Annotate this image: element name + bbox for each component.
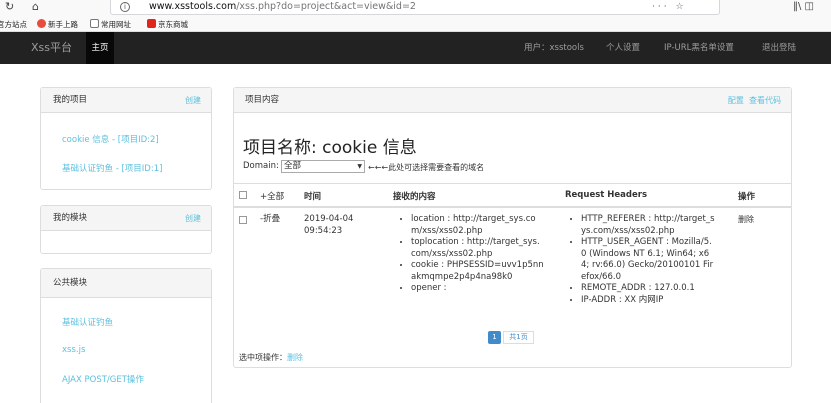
column-content: 接收的内容 bbox=[393, 192, 436, 202]
bookmarks-bar: 官方站点 新手上路 常用网址 京东商城 bbox=[0, 17, 831, 32]
list-item: REMOTE_ADDR : 127.0.0.1 bbox=[581, 283, 717, 295]
panel-header: 我的项目 创建 bbox=[41, 88, 211, 113]
info-icon[interactable]: i bbox=[120, 2, 130, 12]
panel-header: 公共模块 bbox=[41, 269, 211, 298]
config-link[interactable]: 配置 bbox=[728, 96, 744, 105]
reload-icon[interactable]: ↻ bbox=[5, 0, 14, 14]
divider bbox=[234, 206, 791, 208]
panel-title: 项目内容 bbox=[245, 95, 280, 105]
module-link-ajax[interactable]: AJAX POST/GET操作 bbox=[62, 373, 144, 385]
list-item: toplocation : http://target_sys.com/xss/… bbox=[411, 237, 544, 260]
batch-label: 选中项操作： bbox=[239, 353, 287, 362]
my-modules-panel: 我的模块 创建 bbox=[40, 205, 212, 254]
home-icon[interactable]: ⌂ bbox=[32, 0, 39, 14]
list-item: cookie : PHPSESSID=uvv1p5nnakmqmpe2p4p4n… bbox=[411, 260, 544, 283]
url-text[interactable]: www.xsstools.com/xss.php?do=project&act=… bbox=[149, 0, 416, 14]
my-projects-panel: 我的项目 创建 cookie 信息 - [项目ID:2] 基础认证钓鱼 - [项… bbox=[40, 87, 212, 190]
batch-actions: 选中项操作：删除 bbox=[239, 352, 303, 363]
app-navbar: Xss平台 主页 用户：xsstools 个人设置 IP-URL黑名单设置 退出… bbox=[0, 32, 831, 64]
column-headers: Request Headers bbox=[565, 190, 648, 200]
row-time: 09:54:23 bbox=[304, 226, 343, 236]
panel-title: 我的项目 bbox=[53, 95, 88, 105]
page-current[interactable]: 1 bbox=[488, 331, 501, 344]
list-item: HTTP_REFERER : http://target_sys.com/xss… bbox=[581, 214, 717, 237]
nav-logout[interactable]: 退出登陆 bbox=[762, 32, 796, 64]
list-item: opener : bbox=[411, 283, 544, 295]
browser-toolbar: ↻ ⌂ www.xsstools.com/xss.php?do=project&… bbox=[0, 0, 831, 17]
list-item: HTTP_USER_AGENT : Mozilla/5.0 (Windows N… bbox=[581, 237, 717, 283]
address-bar[interactable]: www.xsstools.com/xss.php?do=project&act=… bbox=[110, 0, 720, 15]
nav-home[interactable]: 主页 bbox=[86, 32, 114, 64]
select-all-checkbox[interactable] bbox=[239, 191, 247, 199]
nav-settings[interactable]: 个人设置 bbox=[606, 32, 640, 64]
folder-icon bbox=[90, 19, 99, 28]
row-checkbox[interactable] bbox=[239, 216, 247, 224]
project-link-auth[interactable]: 基础认证钓鱼 - [项目ID:1] bbox=[62, 162, 162, 174]
bookmark-official[interactable]: 官方站点 bbox=[0, 19, 27, 30]
panel-title: 公共模块 bbox=[53, 278, 88, 288]
list-item: location : http://target_sys.com/xss/xss… bbox=[411, 214, 544, 237]
module-link-auth[interactable]: 基础认证钓鱼 bbox=[62, 316, 113, 328]
library-icon[interactable]: ‖\ ◫ bbox=[793, 0, 814, 14]
nav-blacklist[interactable]: IP-URL黑名单设置 bbox=[664, 32, 734, 64]
create-project-link[interactable]: 创建 bbox=[185, 88, 201, 113]
request-headers-list: HTTP_REFERER : http://target_sys.com/xss… bbox=[569, 214, 717, 306]
nav-user[interactable]: 用户：xsstools bbox=[524, 32, 584, 64]
domain-select[interactable]: 全部 ▼ bbox=[281, 160, 365, 173]
bookmark-newbie[interactable]: 新手上路 bbox=[37, 19, 78, 30]
page-actions[interactable]: ··· ☆ bbox=[652, 0, 687, 14]
header-actions: 配置 查看代码 bbox=[728, 88, 781, 113]
collapse-toggle[interactable]: -折叠 bbox=[260, 214, 280, 226]
panel-header: 项目内容 配置 查看代码 bbox=[234, 88, 791, 113]
jd-icon bbox=[147, 19, 156, 28]
dropdown-arrow-icon: ▼ bbox=[357, 163, 362, 170]
public-modules-panel: 公共模块 基础认证钓鱼 xss.js AJAX POST/GET操作 bbox=[40, 268, 212, 403]
column-action: 操作 bbox=[738, 192, 756, 202]
row-date: 2019-04-04 bbox=[304, 214, 354, 224]
firefox-icon bbox=[37, 19, 46, 28]
page-total[interactable]: 共1页 bbox=[503, 331, 534, 344]
domain-hint: ←←←此处可选择需要查看的域名 bbox=[368, 163, 485, 172]
domain-label: Domain: bbox=[243, 161, 279, 171]
domain-value: 全部 bbox=[284, 161, 302, 171]
delete-row-link[interactable]: 删除 bbox=[738, 214, 754, 226]
batch-delete-link[interactable]: 删除 bbox=[287, 353, 303, 362]
list-item: IP-ADDR : XX 内网IP bbox=[581, 295, 717, 307]
create-module-link[interactable]: 创建 bbox=[185, 206, 201, 231]
module-link-xssjs[interactable]: xss.js bbox=[62, 345, 85, 355]
divider bbox=[234, 183, 791, 184]
project-link-cookie[interactable]: cookie 信息 - [项目ID:2] bbox=[62, 133, 159, 145]
bookmark-jd[interactable]: 京东商城 bbox=[147, 19, 188, 30]
column-time: 时间 bbox=[304, 192, 322, 202]
received-content-list: location : http://target_sys.com/xss/xss… bbox=[399, 214, 544, 295]
view-code-link[interactable]: 查看代码 bbox=[749, 96, 781, 105]
bookmark-common[interactable]: 常用网址 bbox=[90, 19, 131, 30]
expand-all-toggle[interactable]: +全部 bbox=[260, 190, 284, 202]
panel-header: 我的模块 创建 bbox=[41, 206, 211, 231]
panel-title: 我的模块 bbox=[53, 213, 88, 223]
brand-logo[interactable]: Xss平台 bbox=[31, 32, 72, 64]
project-title: 项目名称: cookie 信息 bbox=[243, 138, 417, 158]
